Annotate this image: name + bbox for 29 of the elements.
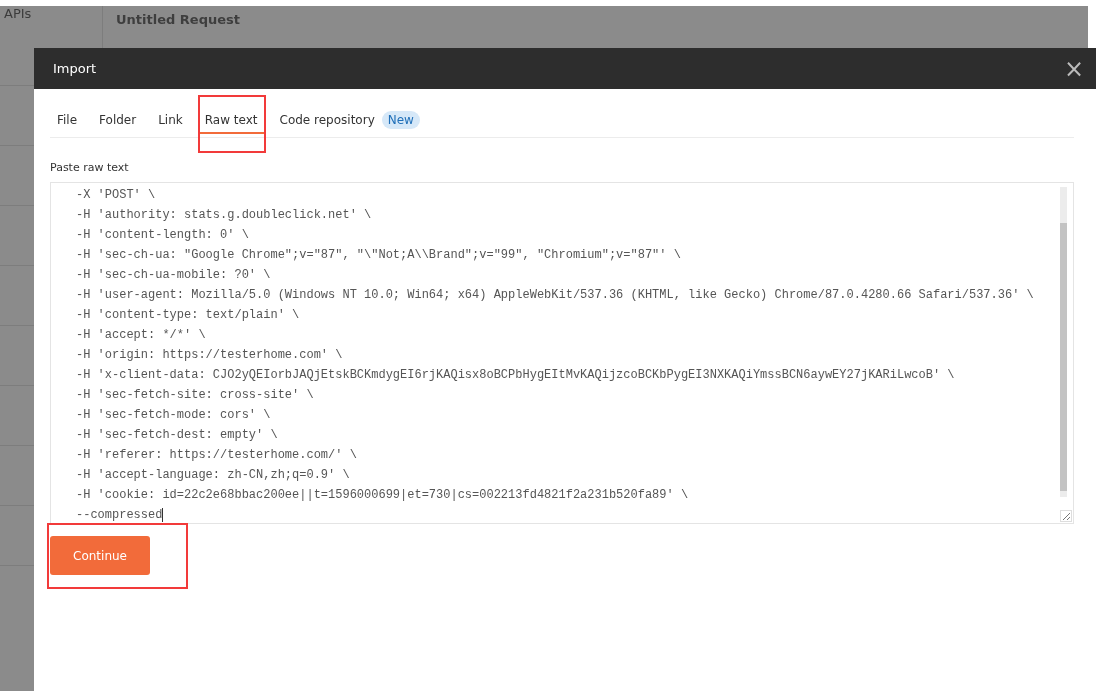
tab[interactable]: Folder <box>92 109 144 134</box>
tab[interactable]: Raw text <box>197 109 265 134</box>
text-line: -H 'sec-fetch-dest: empty' \ <box>76 427 279 444</box>
tab[interactable]: Link <box>151 109 190 134</box>
field-label: Paste raw text <box>50 161 130 176</box>
text-line: -H 'x-client-data: CJO2yQEIorbJAQjEtskBCKmdygEI6rjKAQisx8oBCPbHygEItMvKAQijzcoBCKbPygEI3NXKAQiYmssBCN6aywEY27jKARiLwcoB' \ <box>76 367 956 384</box>
text-line: -H 'sec-fetch-site: cross-site' \ <box>76 387 315 404</box>
text-line: -X 'POST' \ <box>76 187 157 204</box>
tab[interactable]: File <box>50 109 85 134</box>
text-line: -H 'authority: stats.g.doubleclick.net' \ <box>76 207 373 224</box>
raw-text-field[interactable] <box>50 182 1074 524</box>
dialog-title: Import <box>53 61 97 76</box>
text-line: --compressed <box>76 506 165 523</box>
text-line: -H 'user-agent: Mozilla/5.0 (Windows NT 10.0; Win64; x64) AppleWebKit/537.36 (KHTML, like Gecko) Chrome/87.0.4280.66 Safari/537.36' \ <box>76 287 1035 304</box>
text-line: -H 'accept: */*' \ <box>76 327 207 344</box>
text-line: -H 'sec-ch-ua-mobile: ?0' \ <box>76 267 272 284</box>
text-line: -H 'origin: https://testerhome.com' \ <box>76 347 344 364</box>
text-line: -H 'cookie: id=22c2e68bbac200ee||t=1596000699|et=730|cs=002213fd4821f2a231b520fa89' \ <box>76 487 690 504</box>
tab[interactable]: Code repository <box>272 109 382 134</box>
text-line: -H 'content-type: text/plain' \ <box>76 307 301 324</box>
request-title: Untitled Request <box>116 12 241 27</box>
text-line: -H 'sec-ch-ua: "Google Chrome";v="87", "\"Not;A\\Brand";v="99", "Chromium";v="87"' \ <box>76 247 682 264</box>
new-badge: New <box>381 111 420 129</box>
close-button[interactable]: × <box>1059 56 1088 81</box>
resize-grip-icon[interactable] <box>1060 510 1072 522</box>
text-line: -H 'content-length: 0' \ <box>76 227 250 244</box>
text-line: -H 'accept-language: zh-CN,zh;q=0.9' \ <box>76 467 351 484</box>
text-line: -H 'referer: https://testerhome.com/' \ <box>76 447 358 464</box>
text-line: -H 'sec-fetch-mode: cors' \ <box>76 407 272 424</box>
